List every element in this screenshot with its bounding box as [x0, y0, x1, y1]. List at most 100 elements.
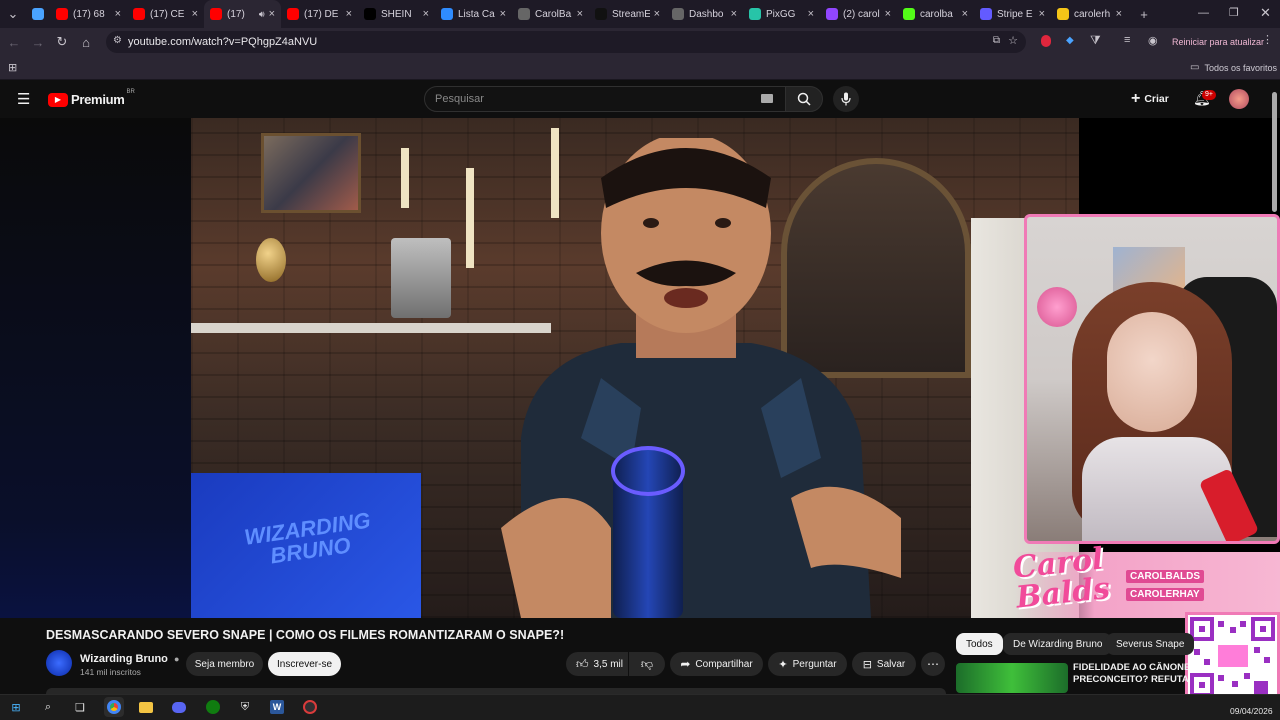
browser-tab[interactable]: CarolBa ×	[512, 0, 589, 28]
word-icon[interactable]: W	[267, 697, 287, 717]
shield-icon[interactable]: ⛨	[235, 697, 255, 717]
hamburger-menu-icon[interactable]: ☰	[17, 90, 30, 108]
tab-close-icon[interactable]: ×	[192, 8, 198, 20]
tab-close-icon[interactable]: ×	[654, 8, 660, 20]
search-taskbar-icon[interactable]: ⌕	[38, 697, 58, 717]
file-explorer-icon[interactable]	[136, 697, 156, 717]
account-avatar[interactable]	[1229, 89, 1249, 109]
create-button[interactable]: + Criar	[1131, 89, 1169, 109]
minimize-icon[interactable]: —	[1198, 7, 1209, 19]
search-button[interactable]	[785, 86, 823, 112]
keyboard-icon[interactable]	[761, 94, 773, 103]
browser-tab[interactable]: carolba ×	[897, 0, 974, 28]
tab-close-icon[interactable]: ×	[962, 8, 968, 20]
share-button[interactable]: ➦ Compartilhar	[670, 652, 763, 676]
browser-tab[interactable]: (17) 68 ×	[50, 0, 127, 28]
reading-list-icon[interactable]: ≡	[1124, 34, 1130, 46]
tab-label: Lista Ca	[458, 8, 495, 20]
restore-icon[interactable]: ❐	[1229, 6, 1239, 19]
ask-button[interactable]: ✦ Perguntar	[768, 652, 847, 676]
tab-label: SHEIN	[381, 8, 412, 20]
join-button[interactable]: Seja membro	[186, 652, 263, 676]
chip-all[interactable]: Todos	[956, 633, 1003, 655]
browser-tab[interactable]: PixGG ×	[743, 0, 820, 28]
extension-gem-icon[interactable]: ◆	[1066, 35, 1074, 46]
save-button[interactable]: ⊟ Salvar	[852, 652, 916, 676]
tab-close-icon[interactable]: ×	[808, 8, 814, 20]
extensions-icon[interactable]: ⧩	[1090, 33, 1101, 48]
tab-close-icon[interactable]: ×	[269, 8, 275, 20]
browser-tab[interactable]: carolerh ×	[1051, 0, 1128, 28]
home-icon[interactable]: ⌂	[74, 30, 98, 54]
scrollbar[interactable]	[1272, 92, 1277, 212]
chip-from-channel[interactable]: De Wizarding Bruno	[1003, 633, 1113, 655]
recommendation-thumbnail[interactable]	[956, 663, 1068, 693]
all-bookmarks-button[interactable]: ▭ Todos os favoritos	[1190, 62, 1277, 73]
channel-avatar[interactable]	[46, 650, 72, 676]
audio-playing-icon[interactable]: 🔊︎	[259, 9, 265, 20]
reload-icon[interactable]: ↻	[50, 30, 74, 54]
forward-icon[interactable]: →	[26, 30, 50, 54]
discord-icon[interactable]	[169, 697, 189, 717]
tab-close-icon[interactable]: ×	[115, 8, 121, 20]
share-icon: ➦	[680, 657, 691, 671]
bookmark-star-icon[interactable]: ☆	[1008, 34, 1018, 47]
browser-tab[interactable]: Stripe E ×	[974, 0, 1051, 28]
tab-close-icon[interactable]: ×	[423, 8, 429, 20]
channel-name[interactable]: Wizarding Bruno ●	[80, 653, 179, 665]
search-input[interactable]: Pesquisar	[424, 86, 786, 112]
chip-severus-snape[interactable]: Severus Snape	[1106, 633, 1195, 655]
pixgg-icon	[749, 8, 761, 20]
tab-close-icon[interactable]: ×	[885, 8, 891, 20]
youtube-logo[interactable]: ▶ Premium BR	[48, 89, 135, 107]
xbox-icon[interactable]	[203, 697, 223, 717]
browser-tab[interactable]	[26, 0, 50, 28]
browser-menu-icon[interactable]: ⋮	[1262, 33, 1273, 46]
back-icon[interactable]: ←	[2, 30, 26, 54]
tab-close-icon[interactable]: ×	[577, 8, 583, 20]
site-info-icon[interactable]: ⚙	[113, 35, 122, 46]
tab-search-icon[interactable]: ⌄	[0, 2, 26, 26]
obs-icon[interactable]	[300, 697, 320, 717]
tab-close-icon[interactable]: ×	[500, 8, 506, 20]
tab-close-icon[interactable]: ×	[346, 8, 352, 20]
like-button[interactable]: 👍︎ 3,5 mil	[566, 652, 628, 676]
tab-close-icon[interactable]: ×	[1039, 8, 1045, 20]
extension-lastpass-icon[interactable]	[1041, 35, 1051, 47]
video-title: DESMASCARANDO SEVERO SNAPE | COMO OS FIL…	[46, 628, 565, 642]
browser-tab[interactable]: (17) 🔊︎ ×	[204, 0, 281, 28]
windows-start-icon[interactable]: ⊞	[6, 697, 26, 717]
channel-name-label: Wizarding Bruno	[80, 653, 168, 665]
dislike-button[interactable]: 👎︎	[629, 652, 665, 676]
address-bar[interactable]: ⚙ youtube.com/watch?v=PQhgpZ4aNVU ⧉ ☆	[106, 31, 1026, 53]
search-placeholder: Pesquisar	[435, 93, 484, 105]
tab-label: carolba	[920, 8, 953, 20]
microphone-icon	[841, 92, 851, 106]
subscribe-button[interactable]: Inscrever-se	[268, 652, 341, 676]
thumbs-down-icon: 👎︎	[640, 656, 654, 671]
chrome-icon[interactable]	[104, 697, 124, 717]
voice-search-button[interactable]	[833, 86, 859, 112]
tab-label: Dashbo	[689, 8, 724, 20]
save-label: Salvar	[876, 658, 906, 670]
apps-grid-icon[interactable]: ⊞	[8, 61, 17, 74]
profile-icon[interactable]: ◉	[1148, 34, 1158, 47]
browser-tab[interactable]: Dashbo ×	[666, 0, 743, 28]
close-window-icon[interactable]: ✕	[1260, 5, 1271, 21]
restart-to-update-button[interactable]: Reiniciar para atualizar	[1172, 32, 1264, 52]
browser-tab[interactable]: Lista Ca ×	[435, 0, 512, 28]
browser-tab[interactable]: (2) carol ×	[820, 0, 897, 28]
task-view-icon[interactable]: ❏	[70, 697, 90, 717]
more-icon: ⋯	[927, 657, 939, 671]
more-actions-button[interactable]: ⋯	[921, 652, 945, 676]
browser-tab[interactable]: (17) CE ×	[127, 0, 204, 28]
tab-close-icon[interactable]: ×	[1116, 8, 1122, 20]
browser-tab[interactable]: SHEIN ×	[358, 0, 435, 28]
browser-tab[interactable]: (17) DE ×	[281, 0, 358, 28]
recommendation-title[interactable]: FIDELIDADE AO CÂNONE V PRECONCEITO? REFU…	[1073, 662, 1188, 686]
new-tab-button[interactable]: +	[1132, 2, 1156, 26]
browser-tab[interactable]: StreamE ×	[589, 0, 666, 28]
verified-icon: ●	[173, 654, 180, 664]
install-icon[interactable]: ⧉	[993, 35, 1000, 46]
tab-close-icon[interactable]: ×	[731, 8, 737, 20]
